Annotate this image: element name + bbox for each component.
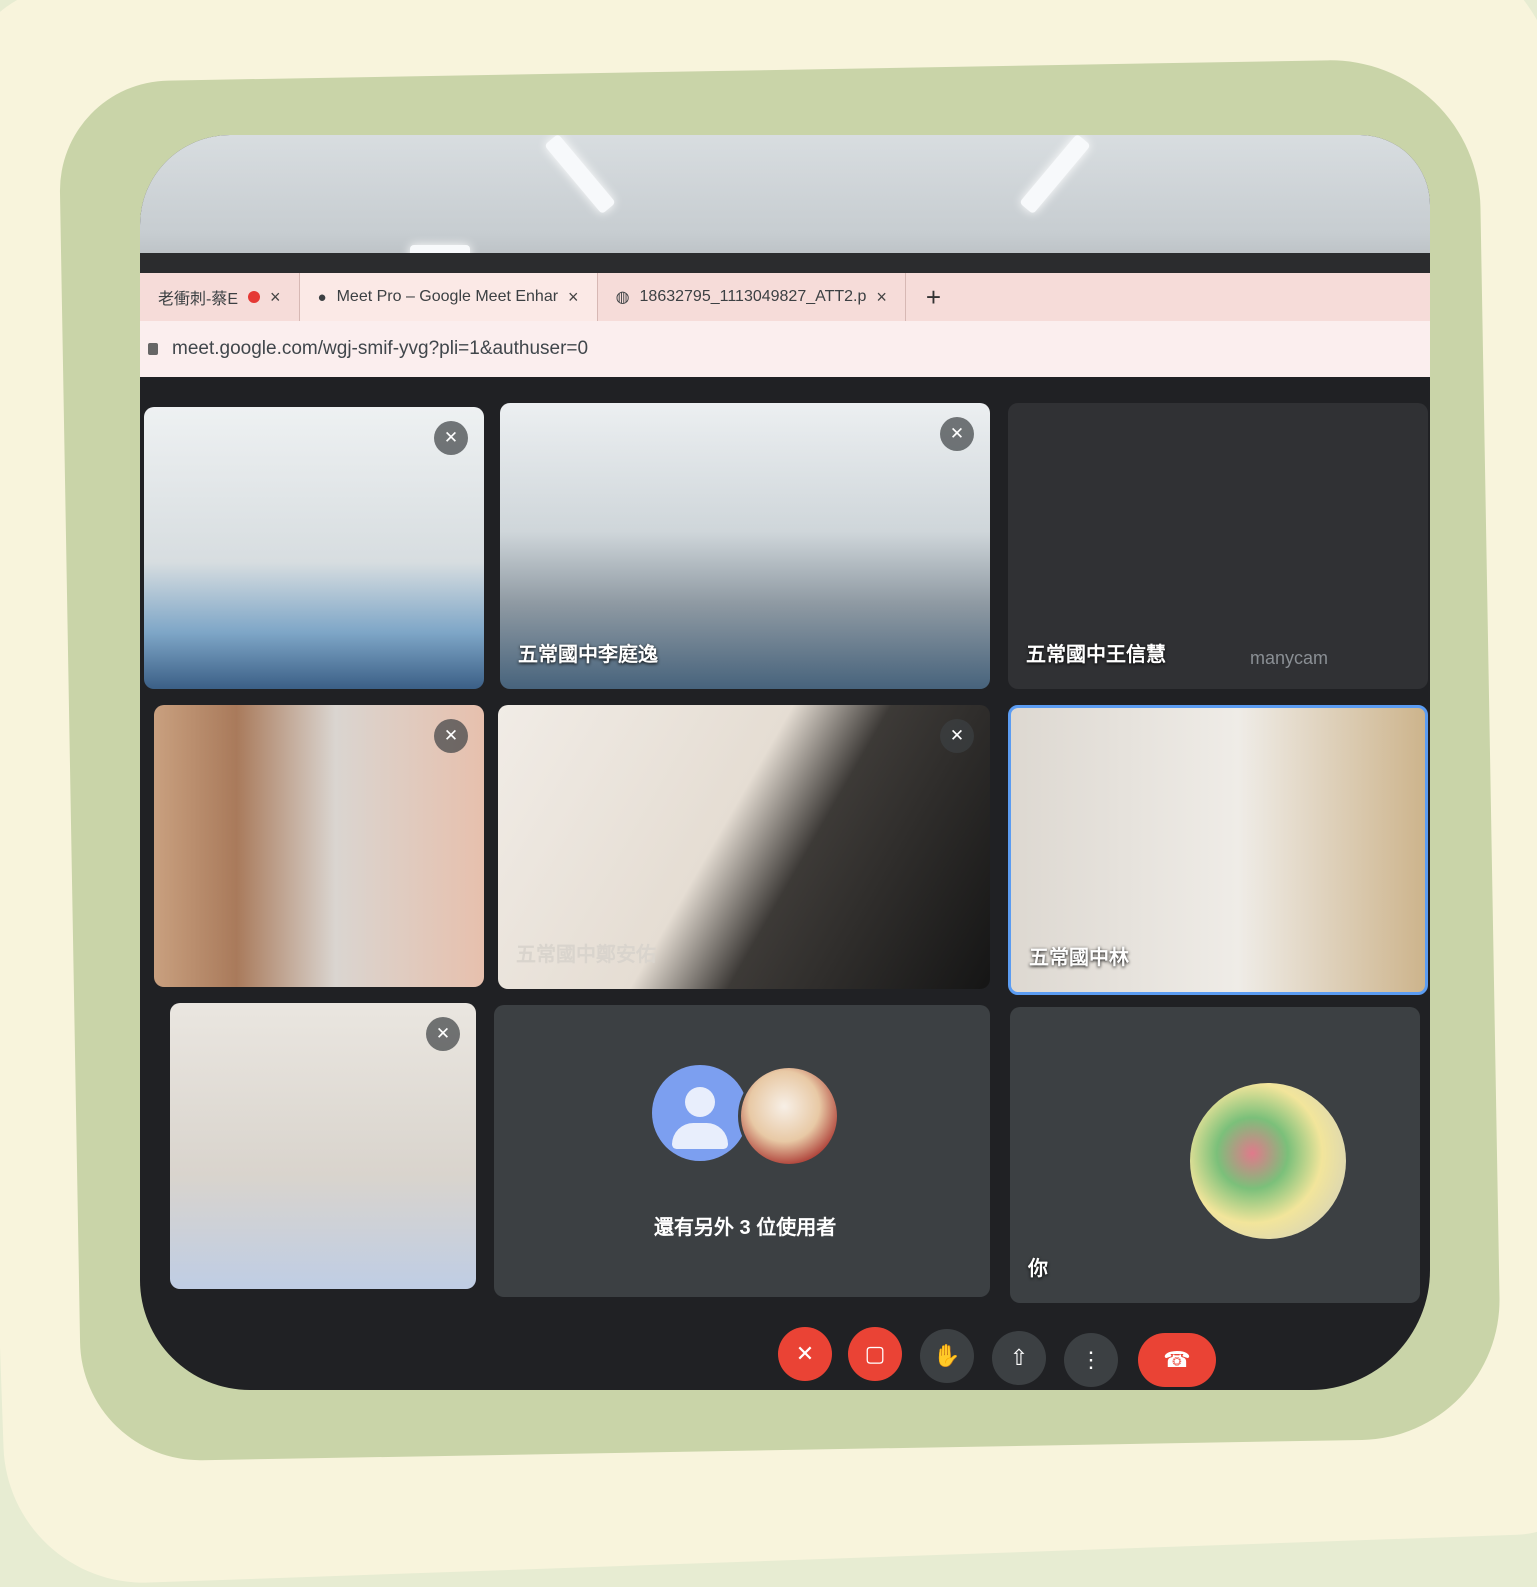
tab-recording[interactable]: 老衝刺-蔡E × bbox=[140, 273, 300, 321]
url-text: meet.google.com/wgj-smif-yvg?pli=1&authu… bbox=[172, 338, 589, 359]
manycam-watermark: manycam bbox=[1249, 648, 1328, 668]
tab-attachment[interactable]: ◍ 18632795_1113049827_ATT2.p × bbox=[598, 273, 906, 321]
participant-tile[interactable]: ✕ 五常國中鄭安佑 bbox=[498, 705, 990, 989]
self-view-tile[interactable]: 你 bbox=[1010, 1007, 1420, 1303]
lock-icon bbox=[148, 343, 158, 355]
hangup-icon[interactable]: ☎ bbox=[1138, 1333, 1216, 1387]
ceiling-light bbox=[1019, 135, 1091, 215]
mic-off-icon[interactable]: ✕ bbox=[778, 1327, 832, 1381]
mic-off-icon: ✕ bbox=[940, 417, 974, 451]
mic-off-icon: ✕ bbox=[434, 421, 468, 455]
new-tab-button[interactable]: + bbox=[906, 282, 961, 313]
participant-name: 你 bbox=[1028, 1258, 1048, 1280]
avatar bbox=[1190, 1083, 1346, 1239]
tab-meet-pro[interactable]: ● Meet Pro – Google Meet Enhar × bbox=[299, 273, 598, 321]
participant-tile-active-speaker[interactable]: 五常國中林 bbox=[1008, 705, 1428, 995]
tab-title: 18632795_1113049827_ATT2.p bbox=[639, 288, 867, 305]
camera-off-icon[interactable]: ▢ bbox=[848, 1327, 902, 1381]
browser-tab-bar: 老衝刺-蔡E × ● Meet Pro – Google Meet Enhar … bbox=[140, 273, 1430, 321]
participant-tile[interactable]: ✕ 五常國中李庭逸 bbox=[500, 403, 990, 689]
close-tab-icon[interactable]: × bbox=[876, 287, 887, 308]
more-vert-icon[interactable]: ⋮ bbox=[1064, 1333, 1118, 1387]
hand-icon[interactable]: ✋ bbox=[920, 1329, 974, 1383]
mic-off-icon: ✕ bbox=[434, 719, 468, 753]
monitor-bezel bbox=[140, 253, 1430, 273]
tab-title: Meet Pro – Google Meet Enhar bbox=[336, 288, 559, 305]
avatar bbox=[738, 1065, 840, 1167]
user-avatar-icon bbox=[652, 1065, 748, 1161]
participant-name: 五常國中林 bbox=[1029, 947, 1129, 969]
participant-tile[interactable]: 五常國中王信慧 manycam bbox=[1008, 403, 1428, 689]
more-participants-tile[interactable]: 還有另外 3 位使用者 bbox=[494, 1005, 990, 1297]
participant-name: 五常國中王信慧 bbox=[1026, 644, 1166, 666]
participant-tile[interactable]: ✕ bbox=[144, 407, 484, 689]
participant-tile[interactable]: ✕ bbox=[170, 1003, 476, 1289]
address-bar[interactable]: meet.google.com/wgj-smif-yvg?pli=1&authu… bbox=[140, 321, 1430, 377]
participant-name: 五常國中鄭安佑 bbox=[516, 944, 656, 966]
more-participants-label: 還有另外 3 位使用者 bbox=[654, 1217, 837, 1239]
present-icon[interactable]: ⇧ bbox=[992, 1331, 1046, 1385]
participant-tile[interactable]: ✕ bbox=[154, 705, 484, 987]
close-tab-icon[interactable]: × bbox=[568, 287, 579, 308]
close-tab-icon[interactable]: × bbox=[270, 287, 281, 308]
meet-icon: ● bbox=[317, 288, 327, 306]
participant-name: 五常國中李庭逸 bbox=[518, 644, 658, 666]
recording-indicator-icon bbox=[248, 291, 261, 303]
ceiling-light bbox=[544, 135, 616, 215]
mic-off-icon: ✕ bbox=[940, 719, 974, 753]
tab-title: 老衝刺-蔡E bbox=[158, 291, 239, 308]
globe-icon: ◍ bbox=[615, 289, 630, 306]
monitor-screen: 老衝刺-蔡E × ● Meet Pro – Google Meet Enhar … bbox=[140, 135, 1430, 1390]
mic-off-icon: ✕ bbox=[426, 1017, 460, 1051]
